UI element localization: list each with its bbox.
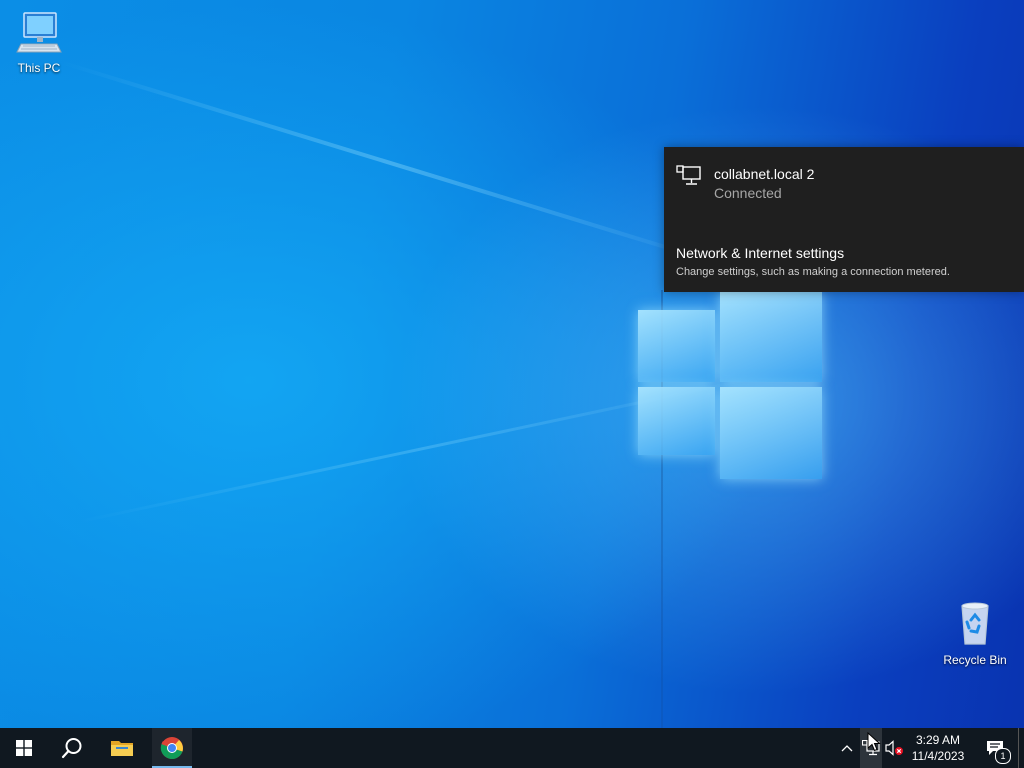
windows-icon: [16, 740, 32, 756]
volume-muted-icon: [885, 740, 903, 756]
desktop-icon-label: This PC: [17, 61, 61, 75]
wallpaper-windows-logo: [636, 292, 826, 482]
network-settings-link[interactable]: Network & Internet settings: [676, 245, 844, 261]
search-icon: [61, 738, 82, 759]
network-settings-description: Change settings, such as making a connec…: [676, 266, 950, 278]
recycle-bin-icon: [961, 602, 989, 645]
taskbar: 3:29 AM 11/4/2023 1: [0, 728, 1024, 768]
clock-time: 3:29 AM: [915, 733, 961, 747]
folder-icon: [111, 741, 133, 756]
chevron-up-icon: [841, 745, 853, 752]
notification-count-badge: 1: [995, 748, 1011, 764]
network-flyout: collabnet.local 2 Connected Network & In…: [664, 147, 1024, 292]
computer-icon: [16, 12, 62, 53]
network-item[interactable]: [676, 165, 702, 192]
network-tray-button[interactable]: [860, 728, 882, 768]
chrome-button[interactable]: [152, 728, 192, 768]
network-status: Connected: [714, 185, 782, 201]
show-desktop-button[interactable]: [1018, 728, 1019, 768]
network-name[interactable]: collabnet.local 2: [714, 166, 814, 182]
clock-date: 11/4/2023: [911, 749, 965, 763]
light-beam: [59, 60, 730, 269]
chrome-icon: [160, 737, 183, 760]
search-button[interactable]: [48, 728, 96, 768]
tray-clock[interactable]: 3:29 AM 11/4/2023: [906, 728, 970, 768]
action-center-button[interactable]: 1: [976, 728, 1014, 768]
desktop-icon-this-pc[interactable]: This PC: [2, 8, 76, 75]
volume-tray-button[interactable]: [884, 728, 906, 768]
wired-network-icon: [676, 165, 701, 185]
desktop[interactable]: This PC Recycle Bin collabnet.local 2 Co…: [0, 0, 1024, 728]
wired-network-icon: [862, 740, 880, 756]
desktop-icon-label: Recycle Bin: [943, 653, 1007, 667]
start-button[interactable]: [0, 728, 48, 768]
desktop-icon-recycle-bin[interactable]: Recycle Bin: [938, 600, 1012, 667]
file-explorer-button[interactable]: [98, 728, 146, 768]
show-hidden-icons-button[interactable]: [836, 728, 858, 768]
